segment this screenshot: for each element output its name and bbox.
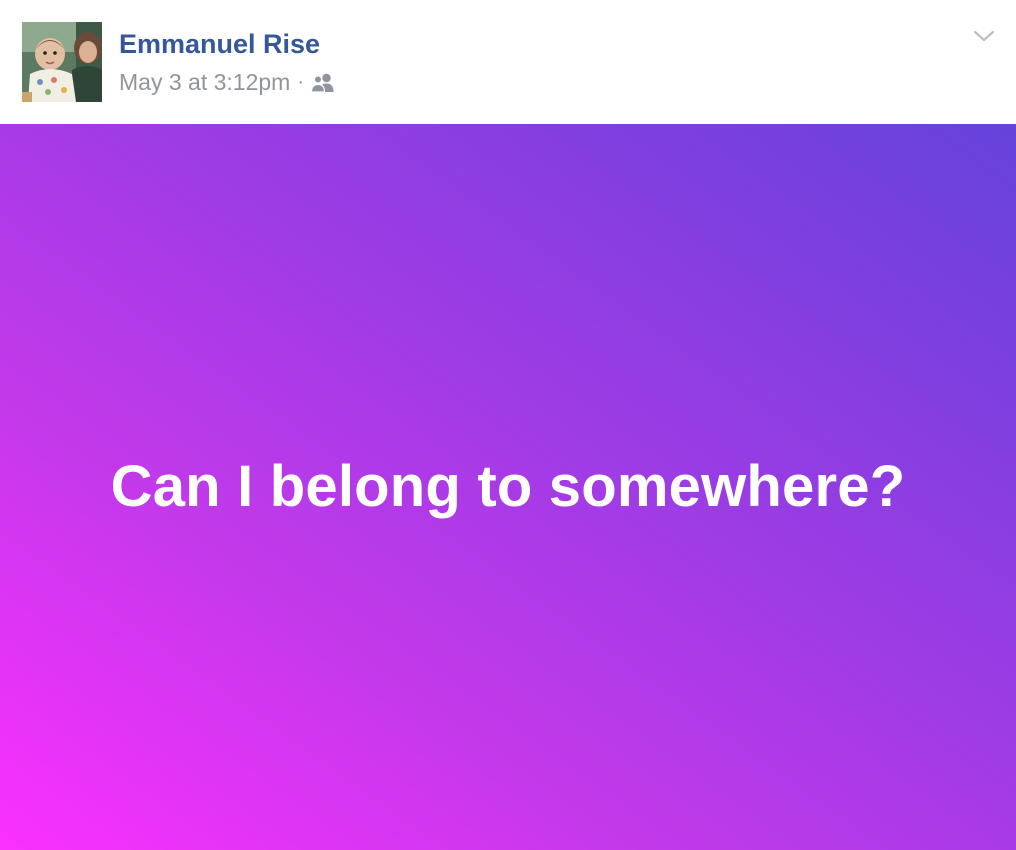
post-card: Emmanuel Rise May 3 at 3:12pm · Can I be… bbox=[0, 0, 1016, 850]
chevron-down-icon[interactable] bbox=[972, 26, 996, 46]
post-meta: May 3 at 3:12pm · bbox=[119, 67, 336, 97]
post-header: Emmanuel Rise May 3 at 3:12pm · bbox=[0, 0, 1016, 124]
friends-icon[interactable] bbox=[310, 71, 336, 93]
profile-photo-icon bbox=[22, 22, 102, 102]
avatar[interactable] bbox=[22, 22, 102, 102]
status-text: Can I belong to somewhere? bbox=[110, 453, 906, 519]
meta-separator: · bbox=[297, 71, 304, 93]
author-name-link[interactable]: Emmanuel Rise bbox=[119, 27, 320, 61]
status-background: Can I belong to somewhere? bbox=[0, 124, 1016, 850]
post-timestamp-link[interactable]: May 3 at 3:12pm bbox=[119, 67, 290, 97]
